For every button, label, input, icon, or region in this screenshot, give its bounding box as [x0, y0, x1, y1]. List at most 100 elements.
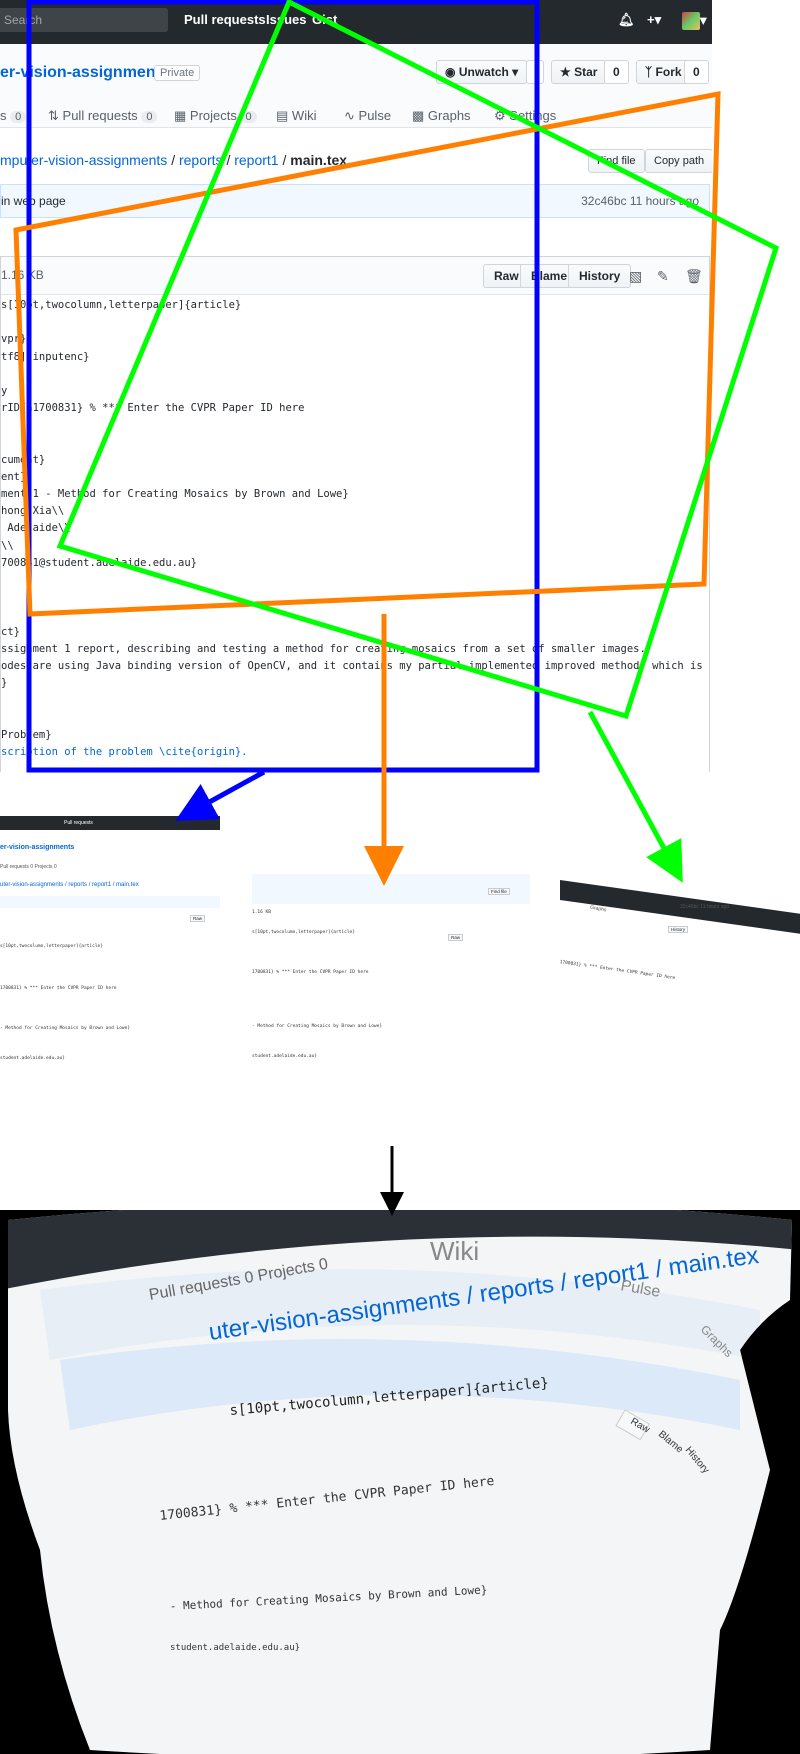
plus-icon[interactable]: +▾: [647, 12, 661, 28]
patch-orange-code3: - Method for Creating Mosaics by Brown a…: [252, 1024, 383, 1029]
tab-settings[interactable]: ⚙ Settings: [494, 108, 556, 124]
code-line: ct}: [1, 625, 20, 638]
avatar[interactable]: ▾: [682, 12, 707, 30]
history-button[interactable]: History: [568, 264, 632, 288]
projects-icon: ▦: [174, 108, 187, 123]
code-line: odes are using Java binding version of O…: [1, 659, 703, 672]
patch-blue-crumb: uter-vision-assignments / reports / repo…: [0, 882, 139, 888]
file-header: 1.16 KB Raw Blame History ▧ ✎ 🗑︎: [1, 257, 709, 295]
tab-pull-requests[interactable]: ⇅ Pull requests 0: [48, 108, 158, 124]
tab-pulse[interactable]: ∿ Pulse: [344, 108, 391, 124]
trash-icon[interactable]: 🗑︎: [685, 268, 703, 285]
patch-blue-code4: student.adelaide.edu.au}: [0, 1056, 66, 1061]
patch-blue-code3: - Method for Creating Mosaics by Brown a…: [0, 1026, 131, 1031]
code-line: s[10pt,twocolumn,letterpaper]{article}: [1, 299, 242, 311]
patch-green-code: 1700831} % *** Enter the CVPR Paper ID h…: [560, 960, 676, 982]
pulse-icon: ∿: [344, 108, 355, 123]
breadcrumb-repo[interactable]: mputer-vision-assignments: [0, 152, 167, 168]
patch-orange-size: 1.16 KB: [252, 910, 271, 915]
star-count[interactable]: 0: [604, 60, 629, 84]
patch-green-sha: 32c46bc 11 hours ago: [680, 904, 730, 910]
commit-bar: in web page 32c46bc 11 hours ago: [0, 184, 710, 218]
code-line: 700831@student.adelaide.edu.au}: [1, 556, 197, 569]
code-line: vpr}: [1, 333, 27, 346]
tab-graphs[interactable]: ▩ Graphs: [412, 108, 471, 124]
code-line: ent}: [1, 470, 27, 483]
output-code-4: student.adelaide.edu.au}: [170, 1643, 300, 1653]
private-badge: Private: [154, 65, 201, 81]
patch-blue-tabs: Pull requests 0 Projects 0: [0, 864, 57, 870]
desktop-icon[interactable]: ▧: [629, 268, 642, 285]
star-icon: ★: [560, 65, 571, 79]
patch-blue-code1: s[10pt,twocolumn,letterpaper]{article}: [0, 944, 103, 949]
code-line: hong Xia\\: [1, 505, 65, 518]
patch-green-history: History: [668, 926, 689, 933]
breadcrumb-report1[interactable]: report1: [234, 152, 278, 168]
blue-arrow: [175, 769, 266, 821]
search-input[interactable]: Search: [0, 8, 168, 32]
patch-blue-nav: Pull requests: [64, 820, 93, 826]
code-line: Adelaide\\: [1, 522, 71, 535]
code-line: scription of the problem \cite{origin}.: [1, 745, 248, 758]
stitched-output: uter-vision-assignments / reports / repo…: [0, 1210, 800, 1754]
code-view: s[10pt,twocolumn,letterpaper]{article} vp…: [1, 297, 709, 761]
find-file-button[interactable]: Find file: [588, 149, 645, 173]
fork-button[interactable]: ᛉ Fork: [636, 60, 691, 84]
unwatch-button[interactable]: ◉ Unwatch ▾: [436, 60, 528, 84]
bell-icon[interactable]: 🔔︎: [618, 12, 635, 28]
nav-pull-requests[interactable]: Pull requests: [184, 12, 266, 27]
nav-issues[interactable]: Issues: [266, 12, 306, 27]
patch-orange-raw: Raw: [448, 934, 464, 941]
fork-count[interactable]: 0: [684, 60, 709, 84]
breadcrumb-reports[interactable]: reports: [179, 152, 223, 168]
nav-gist[interactable]: Gist: [312, 12, 337, 27]
repo-tabs: s 0 ⇅ Pull requests 0 ▦ Projects 0 ▤ Wik…: [0, 108, 712, 128]
patch-orange-code4: student.adelaide.edu.au}: [252, 1054, 318, 1059]
stitched-output-canvas: uter-vision-assignments / reports / repo…: [0, 1210, 800, 1754]
patch-blue-navbar: [0, 816, 220, 830]
code-line: ment 1 - Method for Creating Mosaics by …: [1, 488, 349, 501]
code-line: }: [1, 677, 8, 690]
code-line: Problem}: [1, 728, 52, 741]
star-button[interactable]: ★ Star: [551, 60, 607, 84]
code-line: tf8]{inputenc}: [1, 350, 90, 363]
graphs-icon: ▩: [412, 108, 425, 123]
code-line: \\: [1, 539, 14, 552]
patch-blue-commit: [0, 896, 220, 908]
code-line: ssignment 1 report, describing and testi…: [1, 642, 646, 655]
fork-icon: ᛉ: [645, 65, 653, 79]
commit-message[interactable]: in web page: [1, 185, 66, 217]
file-size: 1.16 KB: [1, 268, 44, 282]
code-line: cument}: [1, 453, 46, 466]
pencil-icon[interactable]: ✎: [657, 268, 669, 285]
gear-icon: ⚙: [494, 108, 506, 123]
patch-blue-raw: Raw: [190, 915, 206, 922]
tab-wiki[interactable]: ▤ Wiki: [276, 108, 316, 124]
repo-name[interactable]: er-vision-assignments: [0, 64, 170, 82]
patch-blue-code2: 1700831} % *** Enter the CVPR Paper ID h…: [0, 986, 117, 991]
wiki-icon: ▤: [276, 108, 289, 123]
copy-path-button[interactable]: Copy path: [645, 149, 712, 173]
patch-blue: Pull requests er-vision-assignments Pull…: [0, 816, 220, 1116]
output-wiki-text: Wiki: [430, 1236, 479, 1266]
file-box: 1.16 KB Raw Blame History ▧ ✎ 🗑︎ s[10pt,…: [0, 256, 710, 772]
top-navbar: Search Pull requests Issues Gist 🔔︎ +▾ ▾: [0, 0, 712, 44]
pull-request-icon: ⇅: [48, 108, 59, 123]
github-screenshot: Search Pull requests Issues Gist 🔔︎ +▾ ▾…: [0, 0, 712, 772]
patch-orange-code1: s[10pt,twocolumn,letterpaper]{article}: [252, 930, 355, 935]
code-line: y: [1, 384, 8, 397]
watch-count[interactable]: [526, 60, 544, 84]
tab-projects[interactable]: ▦ Projects 0: [174, 108, 257, 124]
commit-sha[interactable]: 32c46bc 11 hours ago: [581, 185, 699, 217]
breadcrumb: mputer-vision-assignments / reports / re…: [0, 152, 348, 168]
tab-issues[interactable]: s 0: [0, 108, 27, 123]
repo-header: er-vision-assignments Private ◉ Unwatch …: [0, 44, 712, 128]
eye-icon: ◉: [445, 65, 456, 79]
